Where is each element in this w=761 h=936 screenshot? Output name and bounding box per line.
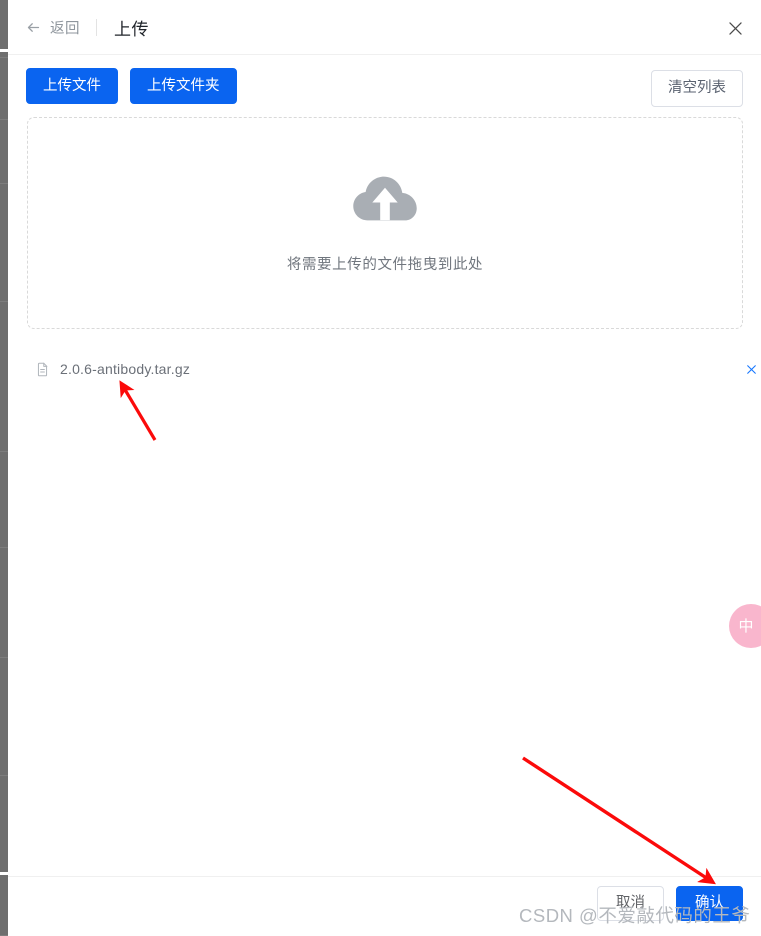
arrow-left-icon [26, 20, 41, 35]
upload-toolbar: 上传文件 上传文件夹 清空列表 [8, 55, 761, 117]
header-divider [96, 18, 97, 36]
left-edge-strip [0, 0, 8, 936]
cloud-upload-icon [350, 172, 420, 225]
dialog-canvas: 返回 上传 上传文件 上传文件夹 清空列表 将需要上传的文件拖曳到此处 2.0.… [8, 0, 761, 936]
close-icon [726, 19, 745, 38]
upload-file-button[interactable]: 上传文件 [26, 67, 118, 105]
page-title: 上传 [114, 19, 149, 39]
clear-list-button[interactable]: 清空列表 [651, 70, 743, 107]
footer-divider [8, 876, 761, 877]
list-item[interactable]: 2.0.6-antibody.tar.gz [27, 352, 761, 386]
dialog-header: 返回 上传 [8, 0, 761, 55]
file-dropzone[interactable]: 将需要上传的文件拖曳到此处 [27, 117, 743, 329]
watermark-text: CSDN @不爱敲代码的王爷 [519, 905, 751, 926]
strip-gap [0, 49, 8, 52]
language-glyph: 中 [738, 617, 754, 635]
back-button-label: 返回 [50, 20, 80, 37]
file-document-icon [35, 362, 50, 377]
toolbar-right-group: 清空列表 [651, 70, 743, 107]
upload-dialog: 返回 上传 上传文件 上传文件夹 清空列表 将需要上传的文件拖曳到此处 2.0.… [0, 0, 761, 936]
close-dialog-button[interactable] [721, 14, 749, 42]
remove-file-button[interactable] [743, 361, 759, 377]
uploaded-file-list: 2.0.6-antibody.tar.gz [27, 352, 761, 386]
dropzone-hint-text: 将需要上传的文件拖曳到此处 [286, 257, 484, 273]
upload-folder-button[interactable]: 上传文件夹 [130, 67, 237, 105]
back-button[interactable]: 返回 [26, 17, 80, 38]
strip-gap [0, 872, 8, 875]
file-name-label: 2.0.6-antibody.tar.gz [60, 361, 191, 377]
